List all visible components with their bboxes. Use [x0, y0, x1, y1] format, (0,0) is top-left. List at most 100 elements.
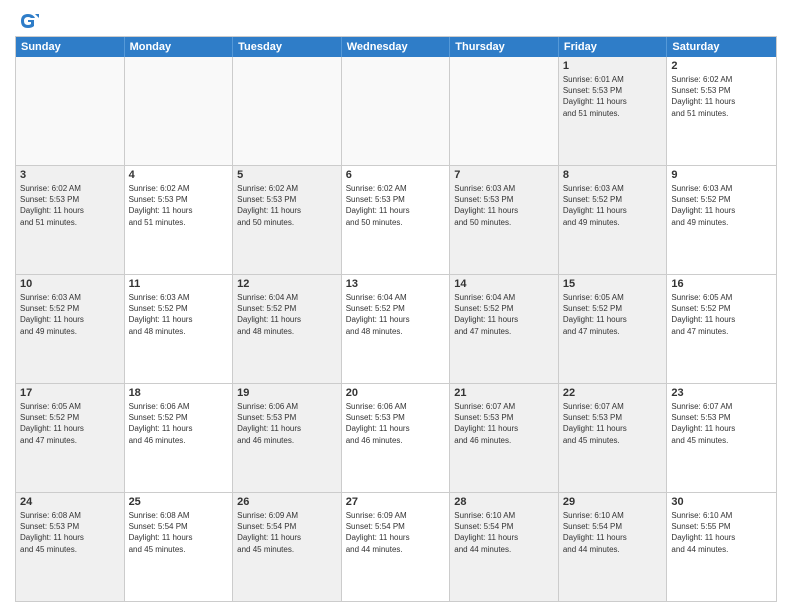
day-number: 11: [129, 278, 229, 290]
day-number: 5: [237, 169, 337, 181]
weekday-header-friday: Friday: [559, 37, 668, 57]
calendar-cell-day-16: 16Sunrise: 6:05 AM Sunset: 5:52 PM Dayli…: [667, 275, 776, 383]
day-info: Sunrise: 6:10 AM Sunset: 5:55 PM Dayligh…: [671, 510, 772, 555]
day-number: 4: [129, 169, 229, 181]
calendar-cell-day-7: 7 Sunrise: 6:03 AM Sunset: 5:53 PM Daylig…: [450, 166, 559, 274]
day-number: 20: [346, 387, 446, 399]
calendar-row-2: 10 Sunrise: 6:03 AM Sunset: 5:52 PM Dayli…: [16, 274, 776, 383]
day-info: Sunrise: 6:02 AM Sunset: 5:53 PM Dayligh…: [20, 183, 120, 228]
calendar: SundayMondayTuesdayWednesdayThursdayFrid…: [15, 36, 777, 602]
weekday-header-tuesday: Tuesday: [233, 37, 342, 57]
day-number: 10: [20, 278, 120, 290]
calendar-cell-empty-0-0: [16, 57, 125, 165]
day-info: Sunrise: 6:04 AM Sunset: 5:52 PM Dayligh…: [346, 292, 446, 337]
day-number: 30: [671, 496, 772, 508]
day-info: Sunrise: 6:06 AM Sunset: 5:52 PM Dayligh…: [129, 401, 229, 446]
day-info: Sunrise: 6:02 AM Sunset: 5:53 PM Dayligh…: [237, 183, 337, 228]
day-number: 29: [563, 496, 663, 508]
calendar-cell-day-15: 15 Sunrise: 6:05 AM Sunset: 5:52 PM Dayli…: [559, 275, 668, 383]
calendar-cell-day-6: 6Sunrise: 6:02 AM Sunset: 5:53 PM Daylig…: [342, 166, 451, 274]
calendar-cell-day-14: 14 Sunrise: 6:04 AM Sunset: 5:52 PM Dayli…: [450, 275, 559, 383]
calendar-row-3: 17Sunrise: 6:05 AM Sunset: 5:52 PM Dayli…: [16, 383, 776, 492]
calendar-cell-day-12: 12 Sunrise: 6:04 AM Sunset: 5:52 PM Dayli…: [233, 275, 342, 383]
calendar-header: SundayMondayTuesdayWednesdayThursdayFrid…: [16, 37, 776, 57]
day-number: 12: [237, 278, 337, 290]
day-info: Sunrise: 6:09 AM Sunset: 5:54 PM Dayligh…: [346, 510, 446, 555]
day-info: Sunrise: 6:07 AM Sunset: 5:53 PM Dayligh…: [454, 401, 554, 446]
day-number: 3: [20, 169, 120, 181]
calendar-cell-day-3: 3 Sunrise: 6:02 AM Sunset: 5:53 PM Daylig…: [16, 166, 125, 274]
day-info: Sunrise: 6:03 AM Sunset: 5:52 PM Dayligh…: [563, 183, 663, 228]
day-number: 9: [671, 169, 772, 181]
calendar-cell-day-20: 20Sunrise: 6:06 AM Sunset: 5:53 PM Dayli…: [342, 384, 451, 492]
calendar-cell-day-18: 18 Sunrise: 6:06 AM Sunset: 5:52 PM Dayli…: [125, 384, 234, 492]
day-number: 26: [237, 496, 337, 508]
calendar-cell-day-10: 10 Sunrise: 6:03 AM Sunset: 5:52 PM Dayli…: [16, 275, 125, 383]
calendar-cell-day-28: 28Sunrise: 6:10 AM Sunset: 5:54 PM Dayli…: [450, 493, 559, 601]
day-number: 19: [237, 387, 337, 399]
weekday-header-monday: Monday: [125, 37, 234, 57]
day-info: Sunrise: 6:01 AM Sunset: 5:53 PM Dayligh…: [563, 74, 663, 119]
calendar-cell-day-19: 19 Sunrise: 6:06 AM Sunset: 5:53 PM Dayli…: [233, 384, 342, 492]
calendar-cell-empty-0-1: [125, 57, 234, 165]
calendar-cell-day-23: 23Sunrise: 6:07 AM Sunset: 5:53 PM Dayli…: [667, 384, 776, 492]
day-info: Sunrise: 6:03 AM Sunset: 5:52 PM Dayligh…: [20, 292, 120, 337]
day-info: Sunrise: 6:02 AM Sunset: 5:53 PM Dayligh…: [129, 183, 229, 228]
day-info: Sunrise: 6:03 AM Sunset: 5:53 PM Dayligh…: [454, 183, 554, 228]
calendar-cell-day-2: 2Sunrise: 6:02 AM Sunset: 5:53 PM Daylig…: [667, 57, 776, 165]
calendar-cell-day-22: 22 Sunrise: 6:07 AM Sunset: 5:53 PM Dayli…: [559, 384, 668, 492]
calendar-body: 1 Sunrise: 6:01 AM Sunset: 5:53 PM Daylig…: [16, 57, 776, 601]
day-number: 8: [563, 169, 663, 181]
logo: [15, 10, 39, 30]
day-info: Sunrise: 6:05 AM Sunset: 5:52 PM Dayligh…: [563, 292, 663, 337]
weekday-header-sunday: Sunday: [16, 37, 125, 57]
day-number: 28: [454, 496, 554, 508]
calendar-cell-day-17: 17Sunrise: 6:05 AM Sunset: 5:52 PM Dayli…: [16, 384, 125, 492]
day-info: Sunrise: 6:03 AM Sunset: 5:52 PM Dayligh…: [671, 183, 772, 228]
day-info: Sunrise: 6:06 AM Sunset: 5:53 PM Dayligh…: [237, 401, 337, 446]
header: [15, 10, 777, 30]
calendar-cell-day-9: 9 Sunrise: 6:03 AM Sunset: 5:52 PM Daylig…: [667, 166, 776, 274]
calendar-row-4: 24 Sunrise: 6:08 AM Sunset: 5:53 PM Dayli…: [16, 492, 776, 601]
logo-icon: [17, 10, 39, 32]
calendar-cell-day-30: 30 Sunrise: 6:10 AM Sunset: 5:55 PM Dayli…: [667, 493, 776, 601]
day-info: Sunrise: 6:08 AM Sunset: 5:53 PM Dayligh…: [20, 510, 120, 555]
calendar-cell-day-4: 4 Sunrise: 6:02 AM Sunset: 5:53 PM Daylig…: [125, 166, 234, 274]
calendar-cell-day-1: 1 Sunrise: 6:01 AM Sunset: 5:53 PM Daylig…: [559, 57, 668, 165]
calendar-cell-day-11: 11 Sunrise: 6:03 AM Sunset: 5:52 PM Dayli…: [125, 275, 234, 383]
calendar-cell-day-29: 29 Sunrise: 6:10 AM Sunset: 5:54 PM Dayli…: [559, 493, 668, 601]
calendar-row-0: 1 Sunrise: 6:01 AM Sunset: 5:53 PM Daylig…: [16, 57, 776, 165]
day-info: Sunrise: 6:02 AM Sunset: 5:53 PM Dayligh…: [346, 183, 446, 228]
calendar-cell-day-26: 26 Sunrise: 6:09 AM Sunset: 5:54 PM Dayli…: [233, 493, 342, 601]
calendar-cell-empty-0-4: [450, 57, 559, 165]
day-info: Sunrise: 6:05 AM Sunset: 5:52 PM Dayligh…: [20, 401, 120, 446]
day-number: 25: [129, 496, 229, 508]
day-number: 1: [563, 60, 663, 72]
day-info: Sunrise: 6:09 AM Sunset: 5:54 PM Dayligh…: [237, 510, 337, 555]
day-number: 14: [454, 278, 554, 290]
calendar-cell-empty-0-3: [342, 57, 451, 165]
day-info: Sunrise: 6:07 AM Sunset: 5:53 PM Dayligh…: [671, 401, 772, 446]
day-number: 7: [454, 169, 554, 181]
logo-line1: [15, 10, 39, 32]
weekday-header-wednesday: Wednesday: [342, 37, 451, 57]
day-number: 13: [346, 278, 446, 290]
day-info: Sunrise: 6:03 AM Sunset: 5:52 PM Dayligh…: [129, 292, 229, 337]
day-info: Sunrise: 6:07 AM Sunset: 5:53 PM Dayligh…: [563, 401, 663, 446]
calendar-cell-day-21: 21Sunrise: 6:07 AM Sunset: 5:53 PM Dayli…: [450, 384, 559, 492]
calendar-cell-day-24: 24 Sunrise: 6:08 AM Sunset: 5:53 PM Dayli…: [16, 493, 125, 601]
day-info: Sunrise: 6:04 AM Sunset: 5:52 PM Dayligh…: [237, 292, 337, 337]
day-number: 15: [563, 278, 663, 290]
calendar-cell-empty-0-2: [233, 57, 342, 165]
day-number: 2: [671, 60, 772, 72]
day-number: 22: [563, 387, 663, 399]
day-info: Sunrise: 6:10 AM Sunset: 5:54 PM Dayligh…: [563, 510, 663, 555]
weekday-header-saturday: Saturday: [667, 37, 776, 57]
day-info: Sunrise: 6:05 AM Sunset: 5:52 PM Dayligh…: [671, 292, 772, 337]
calendar-cell-day-27: 27Sunrise: 6:09 AM Sunset: 5:54 PM Dayli…: [342, 493, 451, 601]
day-number: 24: [20, 496, 120, 508]
calendar-row-1: 3 Sunrise: 6:02 AM Sunset: 5:53 PM Daylig…: [16, 165, 776, 274]
calendar-cell-day-25: 25Sunrise: 6:08 AM Sunset: 5:54 PM Dayli…: [125, 493, 234, 601]
day-number: 18: [129, 387, 229, 399]
day-info: Sunrise: 6:04 AM Sunset: 5:52 PM Dayligh…: [454, 292, 554, 337]
